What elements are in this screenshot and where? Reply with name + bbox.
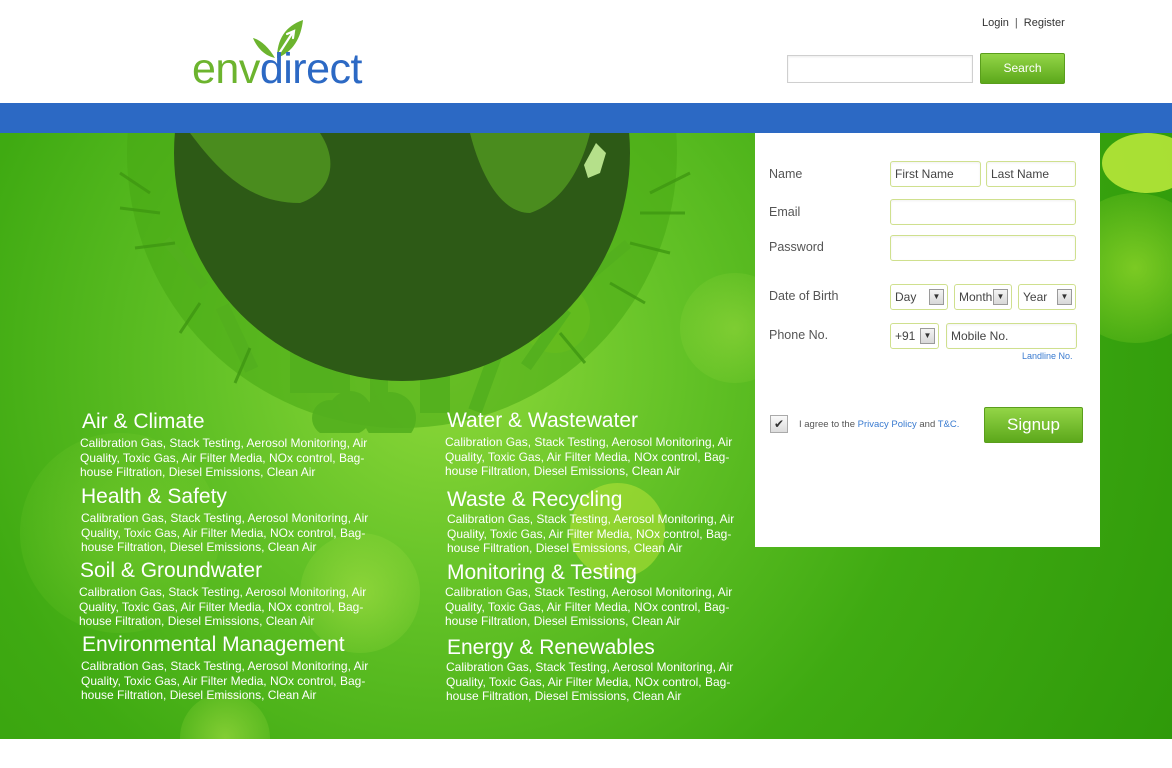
header: envdirect Login | Register Search — [0, 0, 1172, 103]
logo-wordmark: envdirect — [192, 45, 363, 93]
chevron-down-icon: ▼ — [993, 289, 1008, 305]
category-description: Calibration Gas, Stack Testing, Aerosol … — [81, 659, 369, 703]
category-title[interactable]: Air & Climate — [82, 410, 382, 434]
agree-prefix: I agree to the — [799, 419, 855, 430]
category-water-wastewater[interactable]: Water & Wastewater Calibration Gas, Stac… — [445, 409, 747, 479]
category-title[interactable]: Environmental Management — [82, 633, 382, 657]
register-link[interactable]: Register — [1024, 17, 1065, 29]
login-link[interactable]: Login — [982, 17, 1009, 29]
year-select[interactable]: Year ▼ — [1018, 284, 1076, 310]
nav-bar — [0, 103, 1172, 133]
chevron-down-icon: ▼ — [929, 289, 944, 305]
globe-illustration — [119, 133, 691, 433]
country-code-value: +91 — [895, 329, 916, 343]
footer-strip — [0, 739, 1172, 768]
landline-link[interactable]: Landline No. — [1022, 351, 1073, 361]
logo-part-direct: direct — [259, 45, 363, 93]
dob-label: Date of Birth — [769, 289, 839, 303]
category-description: Calibration Gas, Stack Testing, Aerosol … — [80, 436, 368, 480]
search-button[interactable]: Search — [980, 53, 1065, 84]
email-label: Email — [769, 205, 801, 219]
auth-links: Login | Register — [982, 17, 1065, 29]
search-input[interactable] — [787, 55, 973, 83]
category-description: Calibration Gas, Stack Testing, Aerosol … — [79, 585, 367, 629]
tnc-link[interactable]: T&C. — [938, 419, 960, 430]
category-title[interactable]: Waste & Recycling — [447, 488, 747, 512]
chevron-down-icon: ▼ — [920, 328, 935, 344]
bokeh-light — [1102, 133, 1172, 193]
category-waste-recycling[interactable]: Waste & Recycling Calibration Gas, Stack… — [447, 488, 747, 556]
phone-label: Phone No. — [769, 328, 829, 342]
agree-checkbox[interactable]: ✔ — [770, 415, 788, 433]
chevron-down-icon: ▼ — [1057, 289, 1072, 305]
category-title[interactable]: Energy & Renewables — [447, 636, 747, 660]
category-air-climate[interactable]: Air & Climate Calibration Gas, Stack Tes… — [80, 410, 382, 480]
month-select[interactable]: Month ▼ — [954, 284, 1012, 310]
mobile-input[interactable]: Mobile No. — [946, 323, 1077, 349]
logo-part-env: env — [192, 45, 260, 93]
day-select[interactable]: Day ▼ — [890, 284, 948, 310]
category-description: Calibration Gas, Stack Testing, Aerosol … — [81, 511, 369, 555]
agree-text: I agree to the Privacy Policy and T&C. — [799, 419, 959, 430]
last-name-input[interactable]: Last Name — [986, 161, 1076, 187]
page: envdirect Login | Register Search Air & … — [0, 0, 1172, 768]
category-title[interactable]: Soil & Groundwater — [80, 559, 380, 583]
category-title[interactable]: Water & Wastewater — [447, 409, 747, 433]
category-monitoring-testing[interactable]: Monitoring & Testing Calibration Gas, St… — [445, 561, 747, 629]
auth-separator: | — [1014, 17, 1018, 29]
category-description: Calibration Gas, Stack Testing, Aerosol … — [447, 512, 735, 556]
category-description: Calibration Gas, Stack Testing, Aerosol … — [445, 585, 733, 629]
password-input[interactable] — [890, 235, 1076, 261]
day-select-value: Day — [895, 290, 917, 304]
signup-button[interactable]: Signup — [984, 407, 1083, 443]
logo[interactable]: envdirect — [192, 18, 392, 93]
category-energy-renewables[interactable]: Energy & Renewables Calibration Gas, Sta… — [446, 636, 747, 704]
agree-and: and — [919, 419, 936, 430]
month-select-value: Month — [959, 290, 993, 304]
privacy-policy-link[interactable]: Privacy Policy — [858, 419, 917, 430]
signup-form: Name First Name Last Name Email Password… — [755, 133, 1100, 547]
category-title[interactable]: Health & Safety — [81, 485, 381, 509]
password-label: Password — [769, 240, 824, 254]
category-environmental-management[interactable]: Environmental Management Calibration Gas… — [81, 633, 382, 703]
category-health-safety[interactable]: Health & Safety Calibration Gas, Stack T… — [81, 485, 381, 555]
country-code-select[interactable]: +91 ▼ — [890, 323, 939, 349]
name-label: Name — [769, 167, 803, 181]
category-title[interactable]: Monitoring & Testing — [447, 561, 747, 585]
category-description: Calibration Gas, Stack Testing, Aerosol … — [446, 660, 734, 704]
email-input[interactable] — [890, 199, 1076, 225]
category-description: Calibration Gas, Stack Testing, Aerosol … — [445, 435, 733, 479]
category-soil-groundwater[interactable]: Soil & Groundwater Calibration Gas, Stac… — [79, 559, 380, 629]
year-select-value: Year — [1023, 290, 1048, 304]
first-name-input[interactable]: First Name — [890, 161, 981, 187]
